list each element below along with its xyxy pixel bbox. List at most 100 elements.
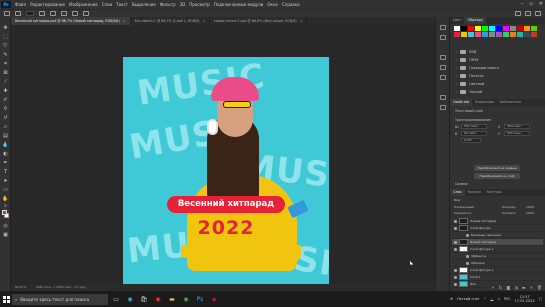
color-swatch[interactable] bbox=[517, 26, 523, 31]
menu-edit[interactable]: Редактирование bbox=[28, 2, 67, 7]
app-icon[interactable]: ◆ bbox=[208, 293, 220, 305]
tab-color[interactable]: Цвет bbox=[450, 17, 464, 24]
menu-layer[interactable]: Слои bbox=[100, 2, 114, 7]
hand-tool-icon[interactable]: ✋ bbox=[2, 196, 9, 202]
screen-mode-icon[interactable]: ▣ bbox=[2, 232, 9, 238]
brush-settings-icon[interactable] bbox=[440, 95, 446, 100]
lasso-tool-icon[interactable]: ➰ bbox=[2, 43, 9, 49]
eye-icon[interactable] bbox=[466, 233, 469, 237]
layer-row[interactable]: Внешнее свечение bbox=[452, 232, 543, 239]
swatch-group-pure[interactable]: › Чистый bbox=[456, 88, 542, 96]
gradient-tool-icon[interactable]: ▤ bbox=[2, 133, 9, 139]
network-icon[interactable]: ▂ bbox=[491, 297, 494, 301]
color-swatch[interactable] bbox=[482, 26, 488, 31]
eye-icon[interactable] bbox=[454, 247, 457, 251]
dodge-tool-icon[interactable]: ◐ bbox=[2, 151, 9, 157]
quick-select-tool-icon[interactable]: ✎ bbox=[2, 52, 9, 58]
color-swatch[interactable] bbox=[524, 32, 530, 37]
actions-panel-icon[interactable] bbox=[440, 35, 446, 40]
menu-image[interactable]: Изображение bbox=[67, 2, 100, 7]
close-icon[interactable]: × bbox=[203, 19, 206, 23]
color-swatch[interactable] bbox=[503, 26, 509, 31]
color-swatch[interactable] bbox=[524, 26, 530, 31]
tab-new-songs[interactable]: новые песни 1.psd @ 66,6% (Фон копия, RG… bbox=[210, 17, 308, 25]
fx-icon[interactable]: fx bbox=[499, 285, 503, 290]
color-swatch[interactable] bbox=[510, 26, 516, 31]
clone-source-icon[interactable] bbox=[440, 105, 446, 110]
eye-icon[interactable] bbox=[454, 219, 457, 223]
swatch-group-cmyk[interactable]: › CMYK bbox=[456, 56, 542, 64]
folder-icon[interactable]: ▬ bbox=[522, 285, 526, 290]
align-right-icon[interactable] bbox=[61, 11, 67, 16]
volume-icon[interactable]: ◁ bbox=[497, 297, 500, 301]
edge-icon[interactable]: ◉ bbox=[124, 293, 136, 305]
eraser-tool-icon[interactable]: ▱ bbox=[2, 124, 9, 130]
healing-brush-icon[interactable]: ✚ bbox=[2, 88, 9, 94]
explorer-icon[interactable]: ▬ bbox=[166, 293, 178, 305]
color-swatch[interactable] bbox=[489, 26, 495, 31]
tab-adjustments[interactable]: Коррекция bbox=[472, 99, 497, 106]
glyphs-panel-icon[interactable] bbox=[440, 75, 446, 80]
crop-tool-icon[interactable]: ⌗ bbox=[2, 61, 9, 67]
eye-icon[interactable] bbox=[466, 254, 469, 258]
paragraph-panel-icon[interactable] bbox=[440, 55, 446, 60]
shape-tool-icon[interactable]: ▭ bbox=[2, 187, 9, 193]
workspace-icon[interactable] bbox=[525, 11, 531, 16]
blend-mode-select[interactable]: Нормальный bbox=[454, 205, 474, 210]
minimize-icon[interactable]: – bbox=[521, 0, 524, 9]
new-layer-icon[interactable]: + bbox=[530, 285, 533, 290]
menu-plugins[interactable]: Подключаемые модули bbox=[212, 2, 266, 7]
eye-icon[interactable] bbox=[454, 275, 457, 279]
layer-row[interactable]: Эффекты bbox=[452, 253, 543, 260]
tab-swatches[interactable]: Образцы bbox=[464, 17, 486, 24]
color-swatch[interactable] bbox=[475, 32, 481, 37]
marquee-tool-icon[interactable]: ⬚ bbox=[2, 34, 9, 40]
layer-row[interactable]: Обводка bbox=[452, 260, 543, 267]
maximize-icon[interactable]: ▫ bbox=[529, 0, 532, 9]
language-indicator[interactable]: РУС bbox=[504, 297, 511, 301]
eye-icon[interactable] bbox=[454, 226, 457, 230]
frame-tool-icon[interactable]: ⊠ bbox=[2, 70, 9, 76]
history-brush-icon[interactable]: ↺ bbox=[2, 115, 9, 121]
menu-file[interactable]: Файл bbox=[13, 2, 28, 7]
layer-row[interactable]: Новый хитпарад bbox=[452, 239, 543, 246]
color-swatch[interactable] bbox=[510, 32, 516, 37]
eye-icon[interactable] bbox=[454, 240, 457, 244]
eye-icon[interactable] bbox=[466, 261, 469, 265]
share-icon[interactable] bbox=[535, 11, 541, 16]
color-swatch[interactable] bbox=[468, 32, 474, 37]
mask-icon[interactable]: ◙ bbox=[506, 285, 510, 290]
layer-row[interactable]: Слой-фигура 2 bbox=[452, 267, 543, 274]
color-swatch[interactable] bbox=[454, 32, 460, 37]
close-icon[interactable]: × bbox=[123, 19, 126, 23]
menu-3d[interactable]: 3D bbox=[178, 2, 188, 7]
character-panel-icon[interactable] bbox=[440, 65, 446, 70]
type-tool-icon[interactable]: T bbox=[2, 169, 9, 175]
color-swatch[interactable] bbox=[517, 32, 523, 37]
swatch-group-light[interactable]: › Светлый bbox=[456, 80, 542, 88]
color-swatch[interactable] bbox=[531, 32, 537, 37]
auto-select-dropdown[interactable] bbox=[26, 11, 34, 16]
more-options-icon[interactable] bbox=[83, 11, 89, 16]
color-swatch[interactable] bbox=[454, 26, 460, 31]
layer-row[interactable]: Слой-фигура bbox=[452, 225, 543, 232]
menu-window[interactable]: Окно bbox=[265, 2, 280, 7]
color-swatch[interactable] bbox=[503, 32, 509, 37]
menu-view[interactable]: Просмотр bbox=[187, 2, 212, 7]
tab-channels[interactable]: Каналы bbox=[465, 189, 484, 196]
tab-libraries[interactable]: Библиотеки bbox=[497, 99, 524, 106]
trash-icon[interactable]: 🗑 bbox=[537, 285, 542, 290]
blur-tool-icon[interactable]: 💧 bbox=[2, 142, 9, 148]
task-view-icon[interactable]: ▭ bbox=[110, 293, 122, 305]
align-center-icon[interactable] bbox=[50, 11, 56, 16]
clock[interactable]: 12:57 17.01.2022 bbox=[515, 295, 535, 304]
convert-to-shape-button[interactable]: Преобразовать в кривые bbox=[474, 165, 520, 171]
canvas-area[interactable]: MUSIC MUSIC MUSIC MUSIC MUSIC Весенний х… bbox=[11, 25, 435, 291]
color-swatch[interactable] bbox=[468, 26, 474, 31]
tab-paths[interactable]: Контуры bbox=[484, 189, 505, 196]
eye-icon[interactable] bbox=[454, 268, 457, 272]
width-field[interactable]: 552 пикс. bbox=[461, 124, 487, 129]
menu-type[interactable]: Текст bbox=[114, 2, 130, 7]
y-field[interactable]: 550 пикс. bbox=[504, 131, 530, 136]
swatch-group-rgb[interactable]: › RGB bbox=[456, 48, 542, 56]
